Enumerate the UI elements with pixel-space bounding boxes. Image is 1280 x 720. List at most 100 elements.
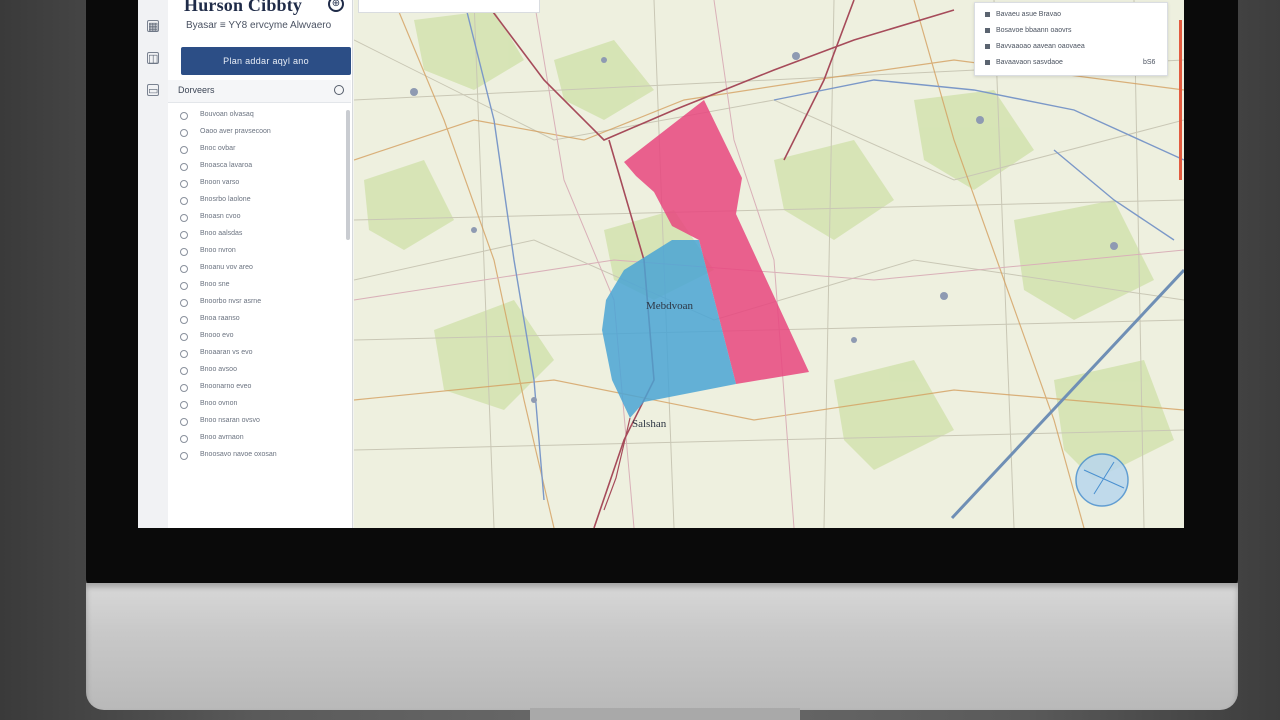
legend-row-label: Bavaeu asue Bravao bbox=[996, 11, 1061, 18]
icon-rail: ▦ ◫ ▭ bbox=[138, 0, 169, 528]
globe-icon[interactable]: ⊕ bbox=[328, 0, 344, 12]
radio-icon[interactable] bbox=[180, 418, 188, 426]
list-item[interactable]: Bnosrbo laolone bbox=[168, 193, 344, 210]
refresh-icon[interactable] bbox=[334, 85, 344, 95]
map-label-bottom: Salshan bbox=[632, 418, 667, 430]
list-scrollbar[interactable] bbox=[346, 110, 350, 240]
radio-icon[interactable] bbox=[180, 452, 188, 460]
radio-icon[interactable] bbox=[180, 350, 188, 358]
radio-icon[interactable] bbox=[180, 401, 188, 409]
list-item-label: Bnoo avrnaon bbox=[200, 434, 244, 441]
list-header: Dorveers bbox=[168, 80, 351, 103]
radio-icon[interactable] bbox=[180, 163, 188, 171]
list-item[interactable]: Bnoo nsaran ovsvo bbox=[168, 414, 344, 431]
radio-icon[interactable] bbox=[180, 299, 188, 307]
list-item-label: Bnoorbo nvsr asrne bbox=[200, 298, 262, 305]
legend-swatch bbox=[985, 27, 990, 33]
list-item-label: Bnoa raanso bbox=[200, 315, 240, 322]
list-item-label: Oaoo aver pravsecoon bbox=[200, 128, 271, 135]
legend-swatch bbox=[985, 43, 990, 49]
list-item[interactable]: Bnoo sne bbox=[168, 278, 344, 295]
radio-icon[interactable] bbox=[180, 214, 188, 222]
radio-icon[interactable] bbox=[180, 197, 188, 205]
radio-icon[interactable] bbox=[180, 316, 188, 324]
primary-action-button[interactable]: Plan addar aqyl ano bbox=[181, 47, 351, 75]
radio-icon[interactable] bbox=[180, 180, 188, 188]
list-item[interactable]: Bnoorbo nvsr asrne bbox=[168, 295, 344, 312]
sidebar-panel: Hurson Cibbty ⊕ Byasar ≡ YY8 ervcyme Alw… bbox=[168, 0, 353, 528]
radio-icon[interactable] bbox=[180, 112, 188, 120]
list-item-label: Bouvoan olvasaq bbox=[200, 111, 254, 118]
list-item[interactable]: Bnoaaran vs evo bbox=[168, 346, 344, 363]
region-road bbox=[603, 417, 631, 511]
radio-icon[interactable] bbox=[180, 248, 188, 256]
list-item[interactable]: Bnoasca lavaroa bbox=[168, 159, 344, 176]
radio-icon[interactable] bbox=[180, 129, 188, 137]
list-item-label: Bnoo ovnon bbox=[200, 400, 238, 407]
list-item-label: Bnoo sne bbox=[200, 281, 230, 288]
map-graphics bbox=[354, 0, 1184, 528]
scroll-indicator bbox=[1179, 20, 1182, 180]
list-item[interactable]: Bouvoan olvasaq bbox=[168, 108, 344, 125]
radio-icon[interactable] bbox=[180, 435, 188, 443]
list-item-label: Bnoasca lavaroa bbox=[200, 162, 253, 169]
screen: ▦ ◫ ▭ Hurson Cibbty ⊕ Byasar ≡ YY8 ervcy… bbox=[138, 0, 1184, 528]
monitor-stand bbox=[530, 708, 800, 720]
list-item[interactable]: Bnoo avsoo bbox=[168, 363, 344, 380]
app-subtitle: Byasar ≡ YY8 ervcyme Alwvaero bbox=[186, 20, 332, 31]
map-canvas[interactable]: Mebdvoan Salshan Bavaeu asue Bravao Bosa… bbox=[354, 0, 1184, 528]
list-item[interactable]: Bnoo aalsdas bbox=[168, 227, 344, 244]
list-item-label: Bnoon varso bbox=[200, 179, 240, 186]
app-title: Hurson Cibbty bbox=[184, 0, 303, 15]
legend-row: Bosavoe bbaann oaovrs bbox=[985, 27, 1072, 34]
map-label-center: Mebdvoan bbox=[646, 300, 694, 312]
layers-icon[interactable]: ◫ bbox=[147, 52, 159, 65]
list-item-label: Bnosrbo laolone bbox=[200, 196, 251, 203]
radio-icon[interactable] bbox=[180, 282, 188, 290]
list-item[interactable]: Oaoo aver pravsecoon bbox=[168, 125, 344, 142]
list-item-label: Bnoo nsaran ovsvo bbox=[200, 417, 260, 424]
radio-icon[interactable] bbox=[180, 333, 188, 341]
list-item-label: Bnoc ovbar bbox=[200, 145, 236, 152]
list-item[interactable]: Bnoa raanso bbox=[168, 312, 344, 329]
list-item-label: Bnoasn cvoo bbox=[200, 213, 241, 220]
radio-icon[interactable] bbox=[180, 146, 188, 154]
legend-row-label: Bavvaaoao aavean oaovaea bbox=[996, 43, 1085, 50]
list-item-label: Bnoaaran vs evo bbox=[200, 349, 253, 356]
legend-row-label: Bavaavaon sasvdaoe bbox=[996, 59, 1063, 66]
list-item[interactable]: Bnoon varso bbox=[168, 176, 344, 193]
list-item[interactable]: Bnoanu vov areo bbox=[168, 261, 344, 278]
grid-icon[interactable]: ▦ bbox=[147, 20, 159, 33]
radio-icon[interactable] bbox=[180, 265, 188, 273]
list-item[interactable]: Bnoo ovnon bbox=[168, 397, 344, 414]
layer-list: Bouvoan olvasaq Oaoo aver pravsecoon Bno… bbox=[168, 108, 344, 465]
city-area bbox=[1075, 453, 1129, 507]
radio-icon[interactable] bbox=[180, 231, 188, 239]
list-item[interactable]: Bnoo avrnaon bbox=[168, 431, 344, 448]
legend-row-label: Bosavoe bbaann oaovrs bbox=[996, 27, 1072, 34]
list-item[interactable]: Bnoc ovbar bbox=[168, 142, 344, 159]
list-item[interactable]: Bnooo evo bbox=[168, 329, 344, 346]
list-item[interactable]: Bnoo nvron bbox=[168, 244, 344, 261]
list-header-label: Dorveers bbox=[178, 85, 215, 95]
map-legend: Bavaeu asue Bravao Bosavoe bbaann oaovrs… bbox=[974, 2, 1168, 76]
radio-icon[interactable] bbox=[180, 367, 188, 375]
list-item-label: Bnoosavo navoe oxosan bbox=[200, 451, 277, 458]
list-item[interactable]: Bnoosavo navoe oxosan bbox=[168, 448, 344, 465]
legend-corner-label: bS6 bbox=[1143, 59, 1156, 66]
list-item[interactable]: Bnoonarno eveo bbox=[168, 380, 344, 397]
list-item-label: Bnoonarno eveo bbox=[200, 383, 252, 390]
list-item[interactable]: Bnoasn cvoo bbox=[168, 210, 344, 227]
legend-row: Bavaavaon sasvdaoe bbox=[985, 59, 1063, 66]
list-item-label: Bnoanu vov areo bbox=[200, 264, 253, 271]
monitor-chin bbox=[86, 583, 1238, 710]
list-item-label: Bnoo nvron bbox=[200, 247, 236, 254]
legend-swatch bbox=[985, 11, 990, 17]
legend-row: Bavaeu asue Bravao bbox=[985, 11, 1061, 18]
list-item-label: Bnoo avsoo bbox=[200, 366, 237, 373]
legend-row: Bavvaaoao aavean oaovaea bbox=[985, 43, 1085, 50]
radio-icon[interactable] bbox=[180, 384, 188, 392]
settings-icon[interactable]: ▭ bbox=[147, 84, 159, 97]
list-item-label: Bnoo aalsdas bbox=[200, 230, 243, 237]
map-toolbar[interactable] bbox=[358, 0, 540, 13]
